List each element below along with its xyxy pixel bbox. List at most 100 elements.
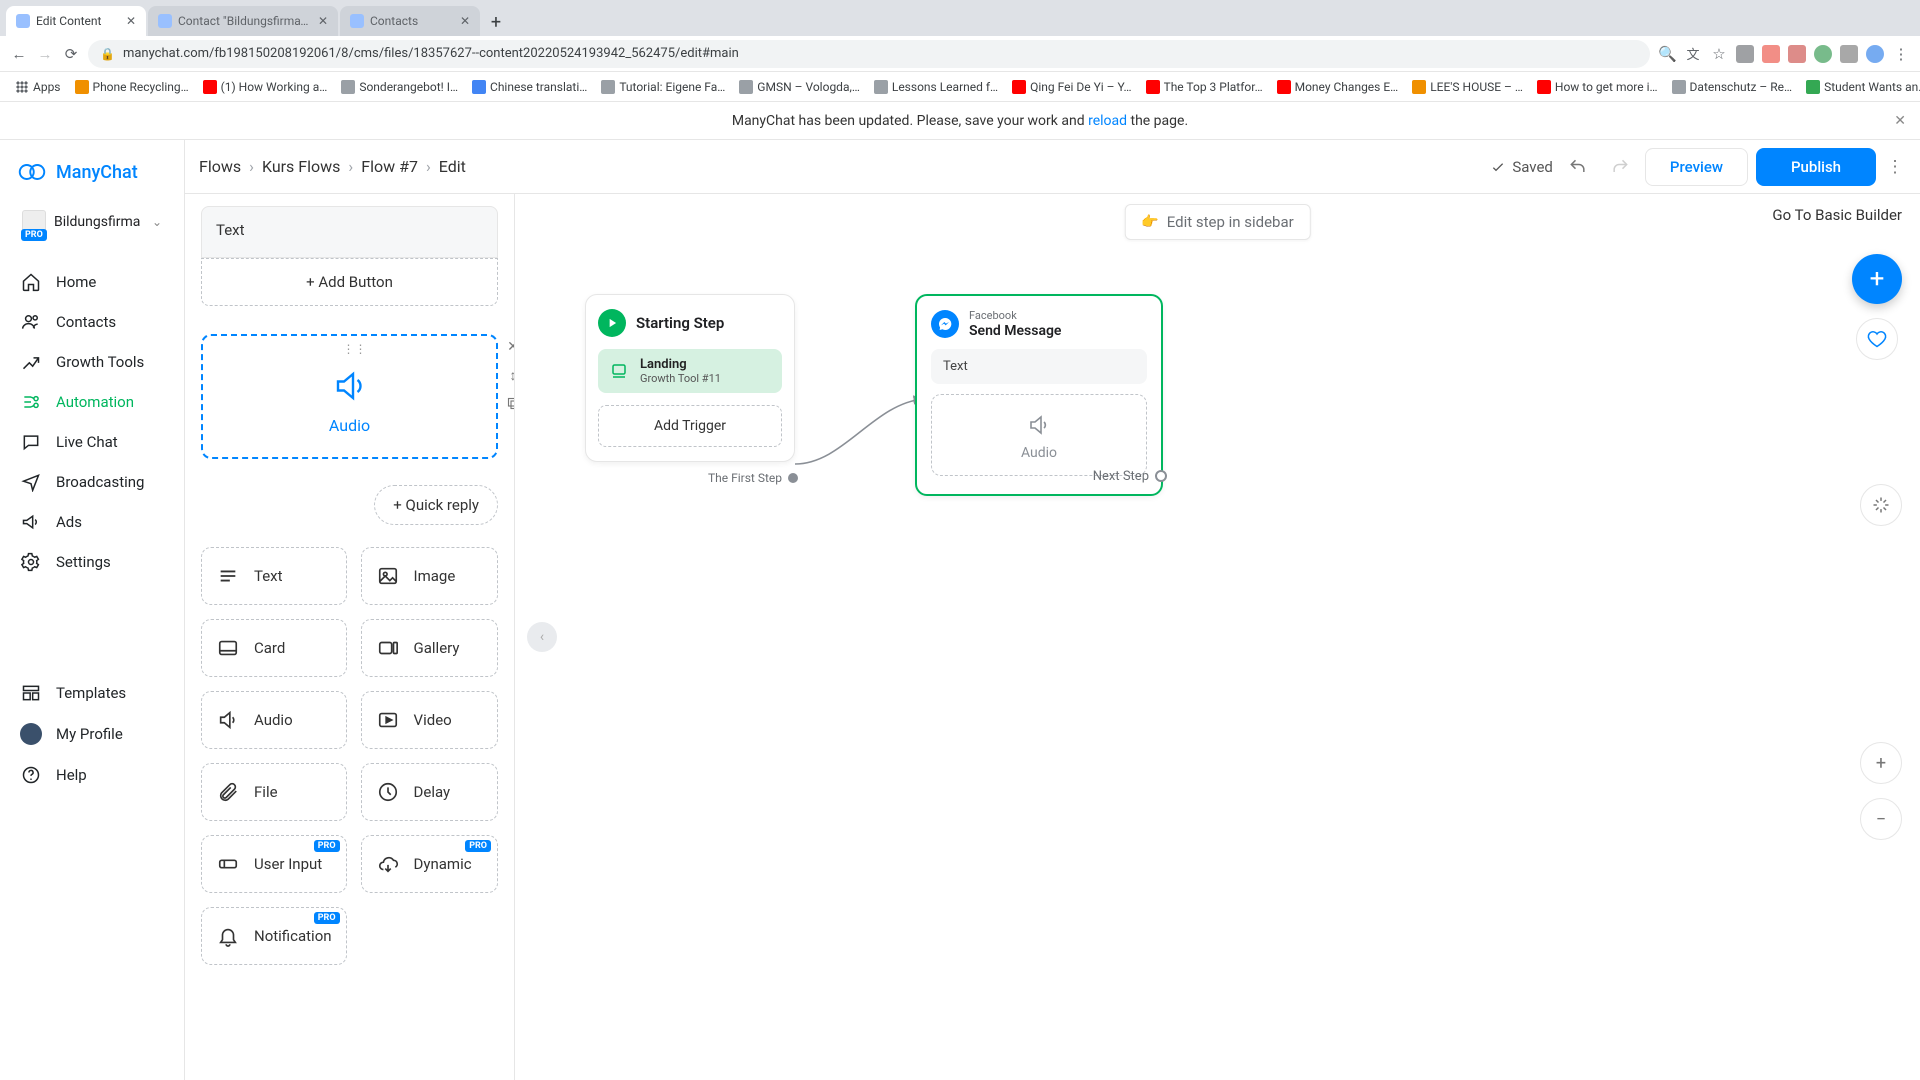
tab-close-icon[interactable]: ✕: [126, 14, 136, 28]
bookmark[interactable]: Datenschutz – Re…: [1667, 77, 1798, 97]
extension-icon[interactable]: [1840, 45, 1858, 63]
bookmark[interactable]: Lessons Learned f…: [869, 77, 1003, 97]
favorite-button[interactable]: [1856, 318, 1898, 360]
bookmark[interactable]: How to get more i…: [1532, 77, 1663, 97]
bookmark[interactable]: Money Changes E…: [1272, 77, 1404, 97]
trigger-landing[interactable]: Landing Growth Tool #11: [598, 349, 782, 393]
nav-home[interactable]: Home: [0, 262, 184, 302]
profile-avatar-icon[interactable]: [1866, 45, 1884, 63]
palette-image[interactable]: Image: [361, 547, 498, 605]
nav-my-profile[interactable]: My Profile: [0, 713, 184, 755]
crumb-flows[interactable]: Flows: [199, 157, 241, 176]
publish-button[interactable]: Publish: [1756, 148, 1876, 186]
delete-block-icon[interactable]: ✕: [504, 338, 515, 356]
nav-ads[interactable]: Ads: [0, 502, 184, 542]
translate-icon[interactable]: 文: [1684, 44, 1702, 63]
nav-help[interactable]: Help: [0, 755, 184, 795]
edit-in-sidebar-hint[interactable]: 👉 Edit step in sidebar: [1124, 204, 1310, 240]
crumb-flow[interactable]: Flow #7: [361, 157, 418, 176]
extension-icon[interactable]: [1736, 45, 1754, 63]
undo-button[interactable]: [1561, 150, 1595, 184]
collapse-sidebar-button[interactable]: ‹: [527, 622, 557, 652]
org-switcher[interactable]: PRO Bildungsfirma ⌄: [8, 200, 176, 244]
bookmark[interactable]: Sonderangebot! I…: [336, 77, 463, 97]
star-icon[interactable]: ☆: [1710, 45, 1728, 63]
reload-link[interactable]: reload: [1088, 113, 1127, 129]
add-quick-reply-button[interactable]: + Quick reply: [374, 485, 498, 525]
duplicate-block-icon[interactable]: [504, 394, 515, 412]
goto-basic-builder-link[interactable]: Go To Basic Builder: [1772, 206, 1902, 224]
nav-contacts[interactable]: Contacts: [0, 302, 184, 342]
flow-canvas[interactable]: 👉 Edit step in sidebar Go To Basic Build…: [515, 194, 1920, 1080]
zoom-in-button[interactable]: +: [1860, 742, 1902, 784]
node-audio-preview[interactable]: Audio: [931, 394, 1147, 476]
nav-growth-tools[interactable]: Growth Tools: [0, 342, 184, 382]
bookmark[interactable]: Chinese translati…: [467, 77, 592, 97]
output-port-icon[interactable]: [1155, 470, 1167, 482]
add-step-fab[interactable]: +: [1852, 254, 1902, 304]
reload-button[interactable]: ⟳: [62, 45, 80, 63]
palette-audio[interactable]: Audio: [201, 691, 347, 749]
redo-button[interactable]: [1603, 150, 1637, 184]
new-tab-button[interactable]: +: [482, 8, 510, 36]
send-message-node[interactable]: Facebook Send Message Text Audio Next St…: [915, 294, 1163, 496]
add-trigger-button[interactable]: Add Trigger: [598, 405, 782, 447]
flow-menu-button[interactable]: ⋮: [1884, 150, 1906, 184]
apps-shortcut[interactable]: Apps: [10, 77, 66, 97]
palette-gallery[interactable]: Gallery: [361, 619, 498, 677]
palette-file[interactable]: File: [201, 763, 347, 821]
banner-close-icon[interactable]: ✕: [1894, 113, 1906, 129]
nav-templates[interactable]: Templates: [0, 673, 184, 713]
palette-dynamic[interactable]: PRODynamic: [361, 835, 498, 893]
bookmark-favicon: [472, 80, 486, 94]
extension-icon[interactable]: [1814, 45, 1832, 63]
zoom-out-button[interactable]: −: [1860, 798, 1902, 840]
bookmark[interactable]: (1) How Working a…: [198, 77, 333, 97]
browser-tab[interactable]: Edit Content ✕: [6, 6, 146, 36]
crumb-folder[interactable]: Kurs Flows: [262, 157, 340, 176]
back-button[interactable]: ←: [10, 45, 28, 63]
browser-tab[interactable]: Contact "Bildungsfirma" throu… ✕: [148, 6, 338, 36]
palette-video[interactable]: Video: [361, 691, 498, 749]
text-block[interactable]: Text: [201, 206, 498, 258]
move-block-icon[interactable]: ↕: [504, 366, 515, 384]
browser-menu-icon[interactable]: ⋮: [1892, 45, 1910, 63]
tab-close-icon[interactable]: ✕: [460, 14, 470, 28]
banner-text: the page.: [1127, 113, 1188, 129]
bookmark[interactable]: Student Wants an…: [1801, 77, 1920, 97]
nav-broadcasting[interactable]: Broadcasting: [0, 462, 184, 502]
output-port-icon[interactable]: [788, 473, 798, 483]
browser-tab[interactable]: Contacts ✕: [340, 6, 480, 36]
address-bar[interactable]: 🔒 manychat.com/fb198150208192061/8/cms/f…: [88, 40, 1650, 68]
preview-button[interactable]: Preview: [1645, 148, 1748, 186]
nav-live-chat[interactable]: Live Chat: [0, 422, 184, 462]
bookmark-favicon: [601, 80, 615, 94]
audio-block[interactable]: ⋮⋮ Audio ✕ ↕: [201, 334, 498, 459]
bookmark[interactable]: Tutorial: Eigene Fa…: [596, 77, 730, 97]
node-text-preview[interactable]: Text: [931, 349, 1147, 384]
first-step-port[interactable]: The First Step: [708, 471, 798, 485]
forward-button[interactable]: →: [36, 45, 54, 63]
palette-delay[interactable]: Delay: [361, 763, 498, 821]
starting-step-node[interactable]: Starting Step Landing Growth Tool #11 Ad…: [585, 294, 795, 462]
nav-automation[interactable]: Automation: [0, 382, 184, 422]
bookmark[interactable]: Phone Recycling…: [70, 77, 194, 97]
bookmark[interactable]: Qing Fei De Yi – Y…: [1007, 77, 1136, 97]
palette-notification[interactable]: PRONotification: [201, 907, 347, 965]
palette-card[interactable]: Card: [201, 619, 347, 677]
bookmark[interactable]: LEE'S HOUSE – …: [1407, 77, 1528, 97]
brand-logo[interactable]: ManyChat: [0, 140, 184, 196]
bookmark[interactable]: The Top 3 Platfor…: [1141, 77, 1268, 97]
next-step-port[interactable]: Next Step: [1093, 469, 1167, 484]
add-button-button[interactable]: + Add Button: [201, 258, 498, 306]
tab-close-icon[interactable]: ✕: [318, 14, 328, 28]
bookmark[interactable]: GMSN – Vologda,…: [734, 77, 865, 97]
zoom-icon[interactable]: 🔍: [1658, 45, 1676, 63]
auto-layout-button[interactable]: [1860, 484, 1902, 526]
extension-icon[interactable]: [1762, 45, 1780, 63]
palette-text[interactable]: Text: [201, 547, 347, 605]
nav-settings[interactable]: Settings: [0, 542, 184, 582]
extension-icon[interactable]: [1788, 45, 1806, 63]
drag-handle-icon[interactable]: ⋮⋮: [343, 342, 357, 356]
palette-user-input[interactable]: PROUser Input: [201, 835, 347, 893]
